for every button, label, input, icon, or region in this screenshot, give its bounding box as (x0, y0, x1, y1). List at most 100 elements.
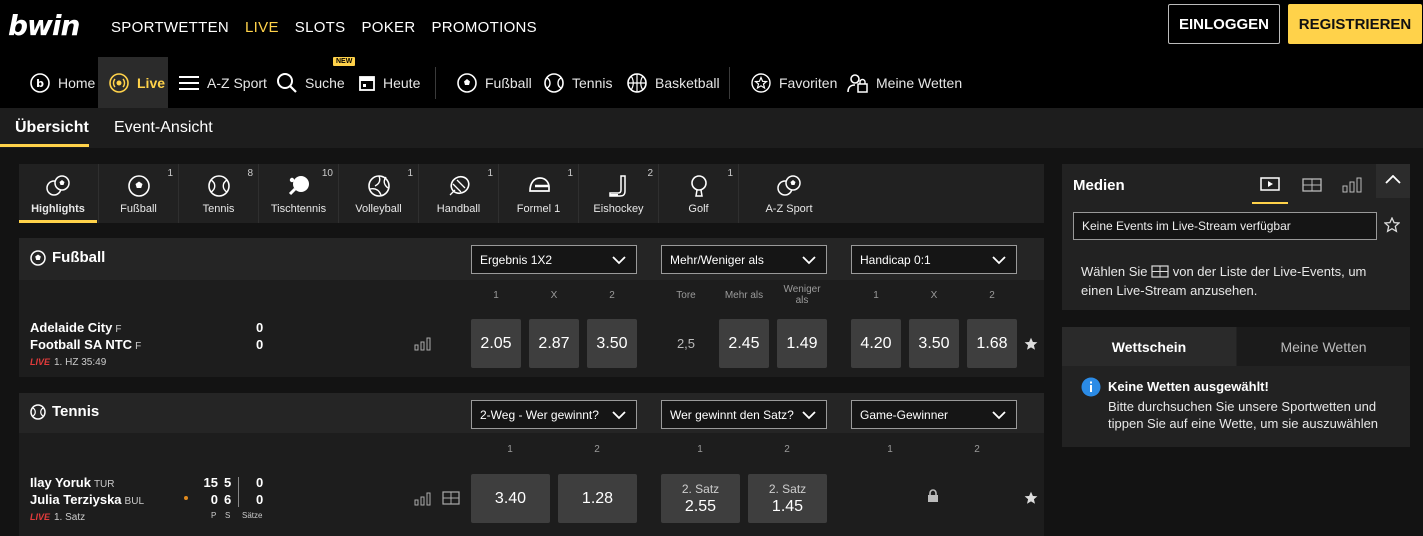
nav-basketball-label: Basketball (655, 74, 720, 91)
odds-button[interactable]: 2.87 (529, 319, 579, 368)
serve-indicator (184, 496, 188, 500)
col-head: 1 (873, 290, 879, 301)
odds-value: 2.55 (684, 497, 717, 515)
nav-live-tab[interactable]: Live (98, 57, 168, 108)
chevron-up-icon (1385, 172, 1401, 190)
sport-golf[interactable]: 1 Golf (659, 164, 738, 223)
nav-az-sport[interactable]: A-Z Sport (178, 57, 267, 108)
nav-live[interactable]: LIVE (245, 19, 279, 36)
col-head: 2 (594, 444, 600, 455)
nav-slots[interactable]: SLOTS (295, 19, 346, 36)
team-suffix: TUR (93, 479, 115, 490)
tab-betslip[interactable]: Wettschein (1062, 327, 1236, 366)
bwin-logo[interactable]: bwin (8, 9, 80, 42)
score-col-label: Sätze (242, 511, 263, 520)
scoreboard-icon (1302, 177, 1322, 198)
tennis-title: Tennis (30, 403, 99, 420)
sport-az[interactable]: A-Z Sport (739, 164, 839, 223)
col-head: 2 (989, 290, 995, 301)
sport-formula1[interactable]: 1 Formel 1 (499, 164, 578, 223)
col-head: X (930, 290, 938, 301)
sets-two: 0 (256, 492, 264, 507)
sport-table-tennis[interactable]: 10 Tischtennis (259, 164, 338, 223)
favourite-star-outline-icon[interactable] (1383, 216, 1401, 238)
nav-favourites[interactable]: Favoriten (750, 57, 837, 108)
star-icon (750, 72, 772, 94)
odds-button[interactable]: 4.20 (851, 319, 901, 368)
col-head: 1 (697, 444, 703, 455)
sport-tennis[interactable]: 8 Tennis (179, 164, 258, 223)
market-label: Wer gewinnt den Satz? (670, 407, 794, 422)
odds-button[interactable]: 1.28 (558, 474, 637, 523)
odds-button[interactable]: 1.49 (777, 319, 827, 368)
odds-button-set-two[interactable]: 2. Satz 1.45 (748, 474, 827, 523)
tab-my-bets[interactable]: Meine Wetten (1237, 327, 1410, 366)
sets-one: 0 (256, 475, 264, 490)
tennis-icon (207, 174, 231, 198)
score-divider (238, 477, 239, 507)
player-two[interactable]: Julia Terziyska BUL (30, 492, 144, 507)
tab-event-view[interactable]: Event-Ansicht (114, 108, 213, 148)
live-stream-select[interactable]: Keine Events im Live-Stream verfügbar (1073, 212, 1377, 240)
menu-icon (178, 75, 200, 91)
odds-button-set-one[interactable]: 2. Satz 2.55 (661, 474, 740, 523)
games-one: 5 (224, 475, 232, 490)
col-head: Tore (676, 290, 696, 301)
nav-promotions[interactable]: PROMOTIONS (431, 19, 537, 36)
chevron-down-icon (802, 409, 816, 423)
team-away[interactable]: Football SA NTC F (30, 337, 141, 352)
secondary-nav: b Home Live A-Z Sport Suche NEW Heute Fu… (0, 57, 1423, 108)
nav-sportwetten[interactable]: SPORTWETTEN (111, 19, 229, 36)
odds-button[interactable]: 3.40 (471, 474, 550, 523)
favourite-star-icon[interactable] (1024, 491, 1038, 510)
market-select-game-winner[interactable]: Game-Gewinner (851, 400, 1017, 429)
sport-highlights[interactable]: Highlights (19, 164, 97, 223)
nav-my-bets[interactable]: Meine Wetten (847, 57, 962, 108)
media-title: Medien (1073, 177, 1125, 194)
scoreboard-tab[interactable] (1294, 170, 1330, 204)
odds-sub-label: 2. Satz (681, 481, 720, 496)
favourite-star-icon[interactable] (1024, 337, 1038, 356)
odds-button[interactable]: 3.50 (909, 319, 959, 368)
sport-count: 2 (647, 168, 653, 179)
odds-value: 1.45 (771, 497, 804, 515)
market-select-set-winner[interactable]: Wer gewinnt den Satz? (661, 400, 827, 429)
sport-count: 1 (407, 168, 413, 179)
football-icon (30, 249, 46, 266)
nav-tennis-label: Tennis (572, 74, 613, 91)
video-tab[interactable] (1252, 170, 1288, 204)
player-one[interactable]: Ilay Yoruk TUR (30, 475, 115, 490)
sport-handball[interactable]: 1 Handball (419, 164, 498, 223)
odds-button[interactable]: 2.05 (471, 319, 521, 368)
sport-count: 1 (167, 168, 173, 179)
stats-tab[interactable] (1334, 170, 1370, 204)
login-button[interactable]: EINLOGGEN (1168, 4, 1280, 44)
nav-today[interactable]: Heute (358, 57, 420, 108)
register-button[interactable]: REGISTRIEREN (1288, 4, 1422, 44)
calendar-icon (358, 74, 376, 92)
sport-ice-hockey[interactable]: 2 Eishockey (579, 164, 658, 223)
team-home[interactable]: Adelaide City F (30, 320, 121, 335)
nav-football[interactable]: Fußball (456, 57, 532, 108)
stats-icon[interactable] (414, 337, 432, 356)
nav-basketball[interactable]: Basketball (626, 57, 720, 108)
market-select-winner[interactable]: 2-Weg - Wer gewinnt? (471, 400, 637, 429)
nav-favourites-label: Favoriten (779, 74, 838, 91)
scoreboard-icon[interactable] (442, 491, 460, 510)
tab-overview[interactable]: Übersicht (15, 108, 89, 148)
market-select-1x2[interactable]: Ergebnis 1X2 (471, 245, 637, 274)
odds-button[interactable]: 2.45 (719, 319, 769, 368)
nav-home[interactable]: b Home (29, 57, 95, 108)
nav-tennis[interactable]: Tennis (543, 57, 612, 108)
market-select-over-under[interactable]: Mehr/Weniger als (661, 245, 827, 274)
collapse-button[interactable] (1376, 164, 1410, 198)
nav-poker[interactable]: POKER (361, 19, 415, 36)
points-two: 0 (210, 492, 218, 507)
odds-button[interactable]: 1.68 (967, 319, 1017, 368)
sport-volleyball[interactable]: 1 Volleyball (339, 164, 418, 223)
stats-icon[interactable] (414, 492, 432, 511)
sport-football[interactable]: 1 Fußball (99, 164, 178, 223)
sport-count: 1 (727, 168, 733, 179)
market-select-handicap[interactable]: Handicap 0:1 (851, 245, 1017, 274)
odds-button[interactable]: 3.50 (587, 319, 637, 368)
